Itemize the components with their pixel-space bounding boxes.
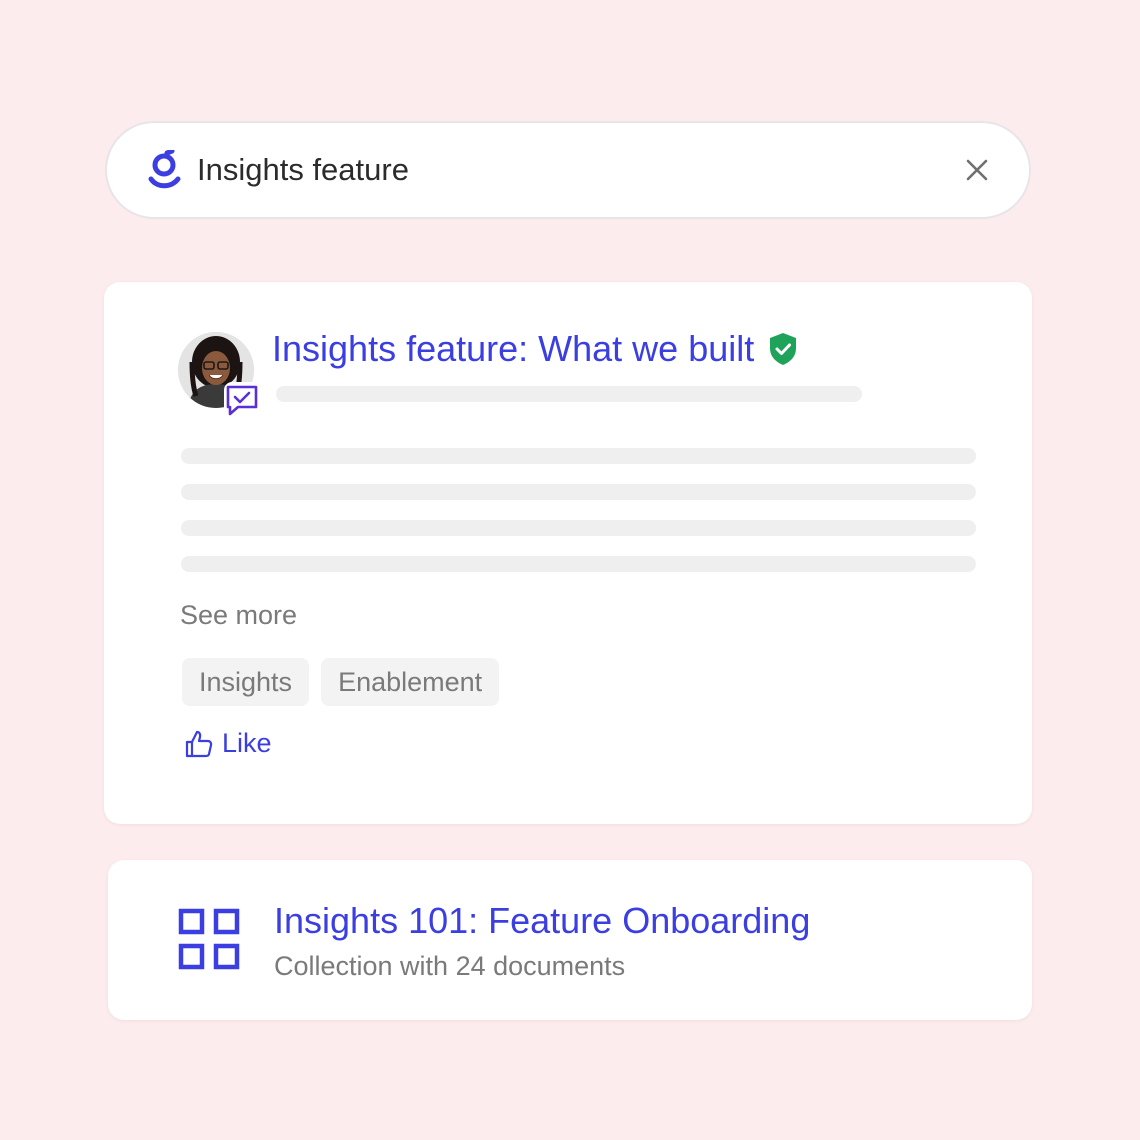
snippet-placeholder-line: [181, 520, 976, 536]
collection-subtitle: Collection with 24 documents: [274, 951, 626, 981]
snippet-placeholder-line: [181, 556, 976, 572]
close-icon[interactable]: [963, 156, 991, 184]
tag-insights[interactable]: Insights: [182, 658, 310, 706]
like-button[interactable]: Like: [184, 728, 272, 759]
author-avatar-group: [178, 332, 264, 418]
glean-logo-icon: [148, 150, 181, 189]
tag-enablement[interactable]: Enablement: [321, 658, 500, 706]
chat-check-icon: [224, 382, 260, 418]
subtitle-placeholder: [276, 386, 862, 402]
snippet-placeholder-line: [181, 484, 976, 500]
collection-card[interactable]: Insights 101: Feature Onboarding Collect…: [108, 860, 1032, 1020]
snippet-placeholder-line: [181, 448, 976, 464]
tag-list: Insights Enablement: [182, 658, 500, 706]
verified-shield-icon: [770, 333, 797, 365]
collection-title[interactable]: Insights 101: Feature Onboarding: [274, 900, 810, 942]
like-label: Like: [222, 728, 272, 758]
document-title[interactable]: Insights feature: What we built: [272, 328, 754, 370]
grid-icon: [178, 908, 240, 970]
search-bar[interactable]: [105, 121, 1031, 219]
thumbs-up-icon: [185, 730, 213, 757]
document-title-link[interactable]: Insights feature: What we built: [272, 328, 798, 370]
search-input[interactable]: [197, 147, 897, 193]
result-card[interactable]: Insights feature: What we built See more…: [104, 282, 1032, 824]
see-more-link[interactable]: See more: [180, 600, 297, 631]
page: Insights feature: What we built See more…: [0, 0, 1140, 1140]
